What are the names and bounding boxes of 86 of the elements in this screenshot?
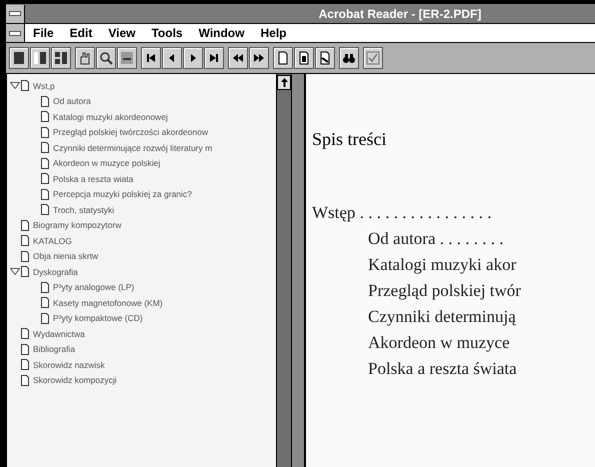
expand-triangle-icon[interactable] xyxy=(10,82,20,90)
scroll-up-button[interactable] xyxy=(277,75,291,90)
toc-entry: Katalogi muzyki akor xyxy=(367,254,518,276)
toolbar-button[interactable] xyxy=(204,47,224,69)
menu-item[interactable]: Window xyxy=(190,26,252,40)
menu-item[interactable]: Tools xyxy=(143,26,191,40)
toc-entry: Wstęp . . . . . . . . . . . . . . . . xyxy=(312,202,492,224)
bookmark-item[interactable]: Czynniki determinujące rozwój literatury m xyxy=(53,142,212,153)
toolbar-button[interactable] xyxy=(117,47,137,69)
bookmark-item[interactable]: P³yty analogowe (LP) xyxy=(53,282,134,292)
bookmark-item[interactable]: Obja nienia skrtw xyxy=(33,251,98,262)
document-icon xyxy=(21,235,29,246)
bookmark-item[interactable]: Od autora xyxy=(53,96,91,106)
toolbar-button[interactable] xyxy=(363,47,383,69)
toc-entry: Polska a reszta świata xyxy=(367,358,518,380)
up-arrow-icon xyxy=(280,78,288,87)
expand-triangle-icon[interactable] xyxy=(10,268,20,276)
toolbar-button[interactable] xyxy=(339,47,359,69)
document-icon xyxy=(21,328,29,340)
bookmark-item[interactable]: Akordeon w muzyce polskiej xyxy=(53,158,160,168)
toolbar-button[interactable] xyxy=(315,47,335,69)
bookmark-item[interactable]: Katalogi muzyki akordeonowej xyxy=(53,112,168,122)
document-icon xyxy=(41,96,49,107)
page-icon xyxy=(11,50,27,66)
bookmark-item[interactable]: Troch, statystyki xyxy=(53,204,114,215)
menu-item[interactable]: View xyxy=(100,26,144,40)
bookmark-item[interactable]: Bibliografia xyxy=(33,344,76,354)
menu-item[interactable]: File xyxy=(25,26,62,40)
toc-entry: Od autora . . . . . . . . xyxy=(367,228,505,250)
bookmark-item[interactable]: Dyskografia xyxy=(33,266,78,277)
document-icon xyxy=(41,142,49,154)
pane-splitter[interactable] xyxy=(291,74,306,467)
document-icon xyxy=(21,80,29,92)
document-icon xyxy=(21,250,29,262)
bookmark-item[interactable]: Wydawnictwa xyxy=(33,328,85,339)
document-icon xyxy=(21,359,29,370)
check-icon xyxy=(365,50,381,66)
scrollbar[interactable] xyxy=(276,74,291,467)
menu-item[interactable]: Help xyxy=(252,26,294,40)
split-pane-icon xyxy=(32,50,48,66)
bookmark-item[interactable]: Skorowidz kompozycji xyxy=(33,375,117,386)
toc-entry: Czynniki determinują xyxy=(367,306,517,328)
toolbar-button[interactable] xyxy=(9,47,29,69)
text-select-icon xyxy=(119,50,135,66)
toolbar-button[interactable] xyxy=(273,47,293,69)
toolbar-button[interactable] xyxy=(51,47,71,69)
page-heading: Spis treści xyxy=(312,129,388,150)
bookmark-item[interactable]: Polska a reszta wiata xyxy=(53,174,134,184)
bookmark-item[interactable]: Kasety magnetofonowe (KM) xyxy=(53,298,163,308)
window-title: Acrobat Reader - [ER-2.PDF] xyxy=(318,6,482,20)
document-icon xyxy=(41,126,49,138)
document-icon xyxy=(21,374,29,386)
menu-item[interactable]: Edit xyxy=(62,26,100,40)
toolbar-button[interactable] xyxy=(141,47,161,69)
document-icon xyxy=(41,204,49,216)
bookmark-item[interactable]: Przegląd polskiej twórczości akordeonow xyxy=(53,127,208,138)
bookmark-item[interactable]: Skorowidz nazwisk xyxy=(33,360,105,370)
document-icon xyxy=(41,282,49,293)
toolbar-button[interactable] xyxy=(96,47,116,69)
toolbar-button[interactable] xyxy=(183,47,203,69)
bookmark-item[interactable]: KATALOG xyxy=(33,236,72,246)
document-menu-button[interactable] xyxy=(6,24,25,42)
document-icon xyxy=(21,220,29,231)
toolbar-button[interactable] xyxy=(30,47,50,69)
system-menu-button[interactable] xyxy=(6,4,25,22)
toolbar-button[interactable] xyxy=(75,47,95,69)
document-icon xyxy=(41,297,49,308)
toc-entry: Przegląd polskiej twór xyxy=(367,280,522,302)
toolbar-button[interactable] xyxy=(228,47,248,69)
document-icon xyxy=(41,173,49,184)
document-icon xyxy=(41,312,49,324)
thumbnails-icon xyxy=(53,50,69,66)
toolbar-button[interactable] xyxy=(162,47,182,69)
document-icon xyxy=(41,188,49,200)
bookmark-item[interactable]: Wst,p xyxy=(33,80,55,91)
toolbar-button[interactable] xyxy=(294,47,314,69)
document-icon xyxy=(41,158,49,169)
bookmark-item[interactable]: Biogramy kompozytorw xyxy=(33,220,122,230)
toc-entry: Akordeon w muzyce xyxy=(367,332,511,354)
bookmark-item[interactable]: Percepcja muzyki polskiej za granic? xyxy=(53,189,192,200)
document-icon xyxy=(21,266,29,278)
magnifier-icon xyxy=(98,50,114,66)
bookmark-item[interactable]: P³yty kompaktowe (CD) xyxy=(53,313,143,324)
toolbar-button[interactable] xyxy=(249,47,269,69)
document-icon xyxy=(41,111,49,122)
document-icon xyxy=(21,344,29,355)
